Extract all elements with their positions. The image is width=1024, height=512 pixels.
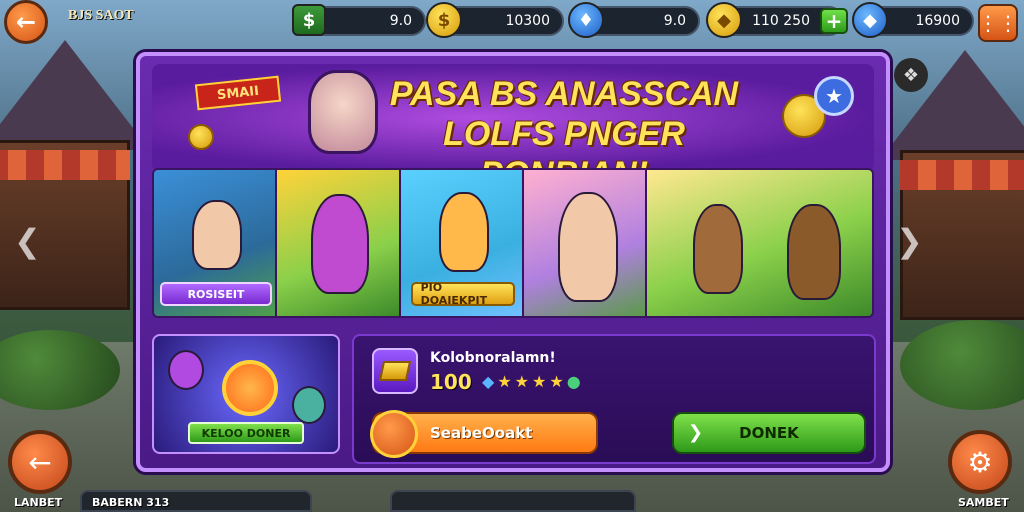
character-card[interactable] (277, 170, 401, 316)
character-card[interactable] (647, 170, 872, 316)
character-card[interactable] (523, 170, 648, 316)
character-figure (693, 204, 744, 294)
blue-gem-icon: ◆ (482, 372, 495, 391)
chevron-right-icon: ❯ (688, 422, 704, 443)
star-button[interactable]: ★ (814, 76, 854, 116)
add-currency-button[interactable]: + (820, 8, 848, 34)
mascot-character (308, 70, 378, 154)
resource-shield-value: 9.0 (663, 13, 686, 29)
card-label[interactable]: ROSISEIT (160, 282, 272, 306)
coin-decoration (188, 124, 214, 150)
top-bar: ← BJS SAOT 9.0 $ 10300 $ 9.0 ♦ 110 250 ◆… (0, 0, 1024, 44)
character-figure (168, 350, 204, 390)
right-awning (900, 160, 1024, 190)
primary-action-button[interactable]: SeabeOoakt (370, 410, 598, 458)
done-button[interactable]: ❯ DONEK (672, 412, 866, 454)
star-icon: ★ (549, 372, 564, 391)
gold-shield-icon: ◆ (706, 2, 742, 38)
blue-gem-icon: ◆ (852, 2, 888, 38)
bottom-right-label: SAMBET (958, 496, 1009, 509)
character-cards: ROSISEIT PIO DOAIEKPIT (152, 168, 874, 318)
bottom-info-slab: BABERN 313 (80, 490, 312, 512)
headline-line-1: PASA BS ANASSCAN (389, 75, 739, 113)
settings-button[interactable]: ⚙ (948, 430, 1012, 494)
reward-title: Kolobnoralamn! (430, 350, 556, 366)
star-icon: ★ (514, 372, 529, 391)
character-portrait-icon (370, 410, 418, 458)
character-figure (192, 200, 242, 270)
bottom-center-slab (390, 490, 636, 512)
character-figure (787, 204, 842, 300)
event-tag: SMAII (194, 75, 282, 111)
reward-rating: ◆ ★ ★ ★ ★ ● (482, 372, 581, 391)
lucky-wheel-icon (222, 360, 278, 416)
reward-amount: 100 (430, 370, 472, 394)
reward-info-panel: Kolobnoralamn! 100 ◆ ★ ★ ★ ★ ● SeabeOoak… (352, 334, 876, 464)
cash-icon: $ (292, 4, 326, 36)
left-awning (0, 150, 130, 180)
card-label[interactable]: PIO DOAIEKPIT (410, 281, 515, 307)
star-icon: ★ (532, 372, 547, 391)
chevron-right-icon[interactable]: ❯ (896, 222, 923, 260)
primary-action-label: SeabeOoakt (430, 424, 533, 442)
back-arrow-button[interactable]: ← (8, 430, 72, 494)
character-card[interactable]: PIO DOAIEKPIT (400, 170, 524, 316)
character-figure (438, 192, 489, 272)
left-house-roof (0, 40, 150, 150)
bottom-left-label: LANBET (14, 496, 63, 509)
character-card[interactable]: ROSISEIT (154, 170, 278, 316)
emerald-icon: ● (566, 372, 581, 391)
character-figure (311, 194, 370, 294)
chevron-left-icon[interactable]: ❮ (14, 222, 41, 260)
event-banner: SMAII PASA BS ANASSCAN LOLFS PNGER PONBI… (152, 64, 874, 193)
resource-gold-value: 10300 (505, 13, 550, 29)
resource-cash-value: 9.0 (389, 13, 412, 29)
lucky-wheel-card[interactable]: KELOO DONER (152, 334, 340, 454)
player-name: BJS SAOT (68, 8, 134, 23)
puzzle-icon[interactable]: ❖ (894, 58, 928, 92)
done-button-label: DONEK (739, 424, 799, 442)
menu-button[interactable]: ⋮⋮ (978, 4, 1018, 42)
blue-shield-icon: ♦ (568, 2, 604, 38)
character-figure (557, 192, 618, 302)
back-button[interactable]: ← (4, 0, 48, 44)
gold-bar-icon (372, 348, 418, 394)
gold-coin-icon: $ (426, 2, 462, 38)
event-panel: SMAII PASA BS ANASSCAN LOLFS PNGER PONBI… (136, 52, 890, 472)
bottom-center-label: BABERN 313 (92, 496, 170, 509)
lucky-wheel-label[interactable]: KELOO DONER (188, 422, 304, 444)
star-icon: ★ (497, 372, 512, 391)
resource-gems-value: 16900 (915, 13, 960, 29)
resource-gold-shield-value: 110 250 (752, 13, 810, 29)
character-figure (292, 386, 326, 424)
